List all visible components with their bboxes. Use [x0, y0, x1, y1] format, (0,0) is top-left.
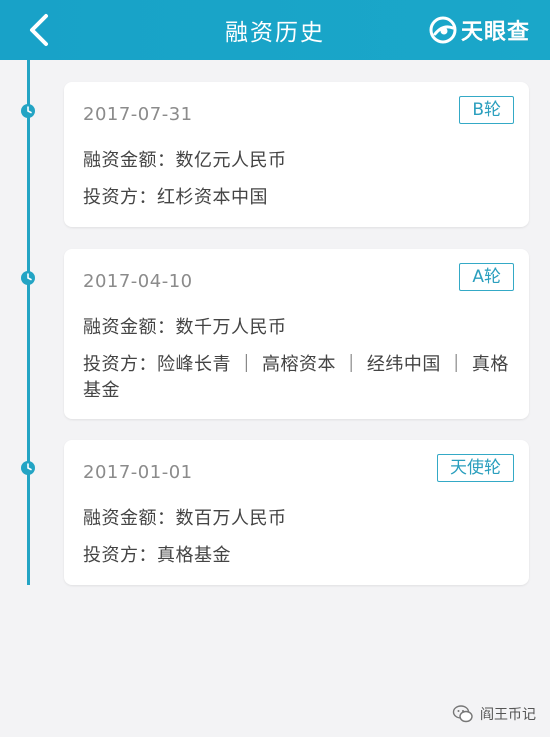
financing-amount: 融资金额：数亿元人民币	[83, 150, 287, 171]
clock-icon	[21, 461, 35, 475]
financing-date: 2017-07-31	[83, 104, 193, 125]
brand-logo: 天眼查	[429, 13, 530, 47]
round-badge: 天使轮	[437, 454, 514, 482]
financing-amount: 融资金额：数百万人民币	[83, 508, 287, 529]
investors: 投资方：红杉资本中国	[83, 187, 268, 208]
financing-card[interactable]: 2017-01-01 天使轮 融资金额：数百万人民币 投资方：真格基金	[64, 440, 529, 585]
clock-icon	[21, 271, 35, 285]
brand-name: 天眼查	[460, 20, 530, 45]
round-badge: B轮	[459, 96, 514, 124]
investors: 投资方：险峰长青 ｜ 高榕资本 ｜ 经纬中国 ｜ 真格基金	[83, 354, 509, 401]
app-header: 融资历史 天眼查	[0, 0, 550, 60]
investors: 投资方：真格基金	[83, 545, 231, 566]
financing-amount: 融资金额：数千万人民币	[83, 317, 287, 338]
watermark-text: 阎王币记	[480, 707, 536, 723]
wechat-icon	[452, 705, 473, 723]
financing-date: 2017-01-01	[83, 462, 193, 483]
financing-card[interactable]: 2017-07-31 B轮 融资金额：数亿元人民币 投资方：红杉资本中国	[64, 82, 529, 227]
timeline-line	[27, 60, 30, 585]
clock-icon	[21, 104, 35, 118]
round-badge: A轮	[459, 263, 514, 291]
financing-date: 2017-04-10	[83, 271, 193, 292]
eye-logo-icon	[429, 16, 457, 44]
watermark: 阎王币记	[452, 702, 536, 726]
financing-card[interactable]: 2017-04-10 A轮 融资金额：数千万人民币 投资方：险峰长青 ｜ 高榕资…	[64, 249, 529, 419]
